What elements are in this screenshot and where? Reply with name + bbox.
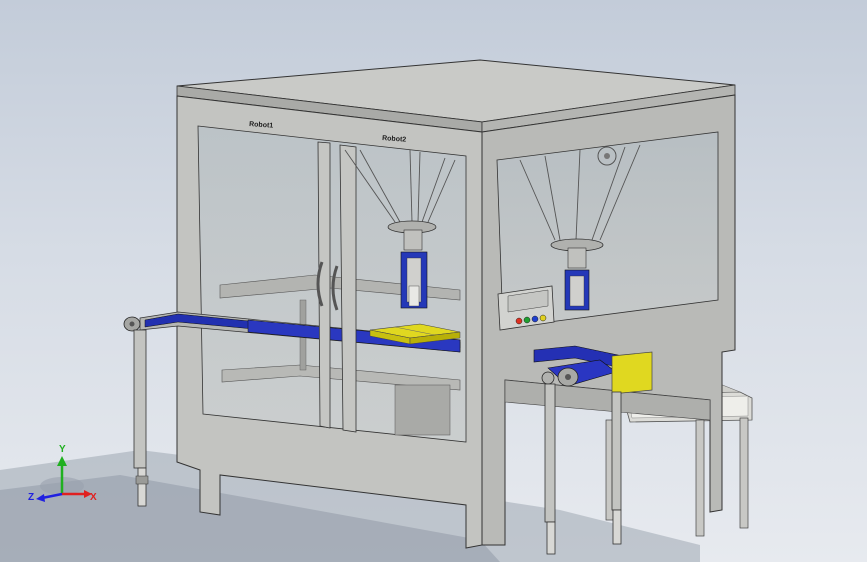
panel-button-green[interactable] (523, 316, 531, 324)
cad-model-scene[interactable]: Robot1 Robot2 Y X Z (0, 0, 867, 562)
control-panel[interactable] (497, 285, 555, 331)
triad-y-label: Y (59, 444, 66, 455)
graphics-viewport[interactable]: Robot1 Robot2 Y X Z (0, 0, 867, 562)
triad-z-label: Z (28, 492, 34, 503)
triad-x-label: X (90, 492, 97, 503)
panel-button-red[interactable] (515, 317, 523, 325)
panel-button-blue[interactable] (531, 315, 539, 323)
panel-button-yellow[interactable] (539, 314, 547, 322)
machine-frame[interactable] (176, 59, 736, 549)
